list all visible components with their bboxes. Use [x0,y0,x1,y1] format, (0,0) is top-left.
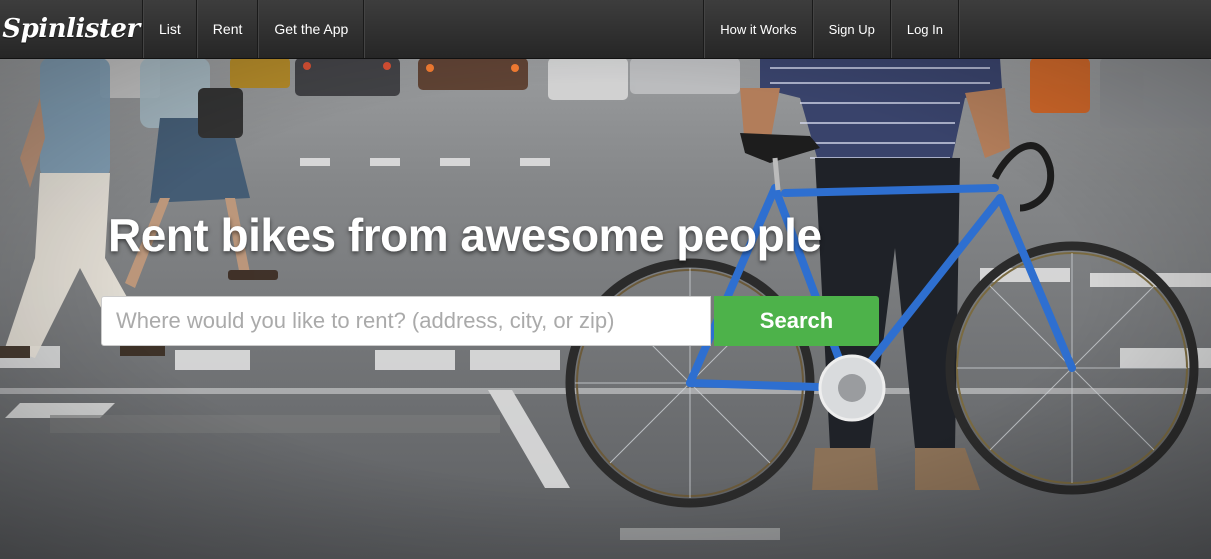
spinlister-logo[interactable]: Spinlister [0,0,143,58]
hero-headline: Rent bikes from awesome people [108,209,822,261]
nav-list-link[interactable]: List [143,0,197,58]
nav-sign-up-link[interactable]: Sign Up [812,0,891,58]
location-search-input[interactable] [101,296,711,346]
nav-right-filler [959,0,1211,58]
nav-rent-link[interactable]: Rent [196,0,259,58]
nav-log-in-link[interactable]: Log In [890,0,959,58]
nav-how-it-works-link[interactable]: How it Works [704,0,813,58]
page: Spinlister List Rent Get the App How it … [0,0,1211,559]
search-button[interactable]: Search [714,296,879,346]
nav-get-the-app-link[interactable]: Get the App [258,0,365,58]
top-navbar: Spinlister List Rent Get the App How it … [0,0,1211,59]
nav-spacer [364,0,705,58]
